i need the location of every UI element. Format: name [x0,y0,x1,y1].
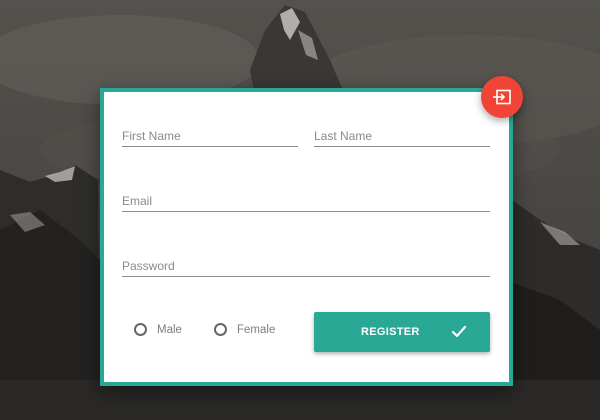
male-label: Male [157,323,182,336]
female-label: Female [237,323,276,336]
register-card: Male Female REGISTER [100,88,513,386]
password-input[interactable] [122,256,490,276]
email-input[interactable] [122,191,490,211]
first-name-input[interactable] [122,126,298,146]
gender-male-option[interactable]: Male [134,323,182,336]
login-screen: Male Female REGISTER [0,0,600,420]
gender-female-option[interactable]: Female [214,323,275,336]
male-radio-button[interactable] [134,323,147,336]
password-field[interactable] [122,256,490,277]
register-button[interactable]: REGISTER [314,312,490,352]
register-button-label: REGISTER [361,326,420,338]
check-icon [451,325,467,338]
female-radio-button[interactable] [214,323,227,336]
last-name-input[interactable] [314,126,490,146]
login-icon [493,89,511,105]
last-name-field[interactable] [314,126,490,147]
first-name-field[interactable] [122,126,298,147]
login-fab-button[interactable] [481,76,523,118]
email-field[interactable] [122,191,490,212]
